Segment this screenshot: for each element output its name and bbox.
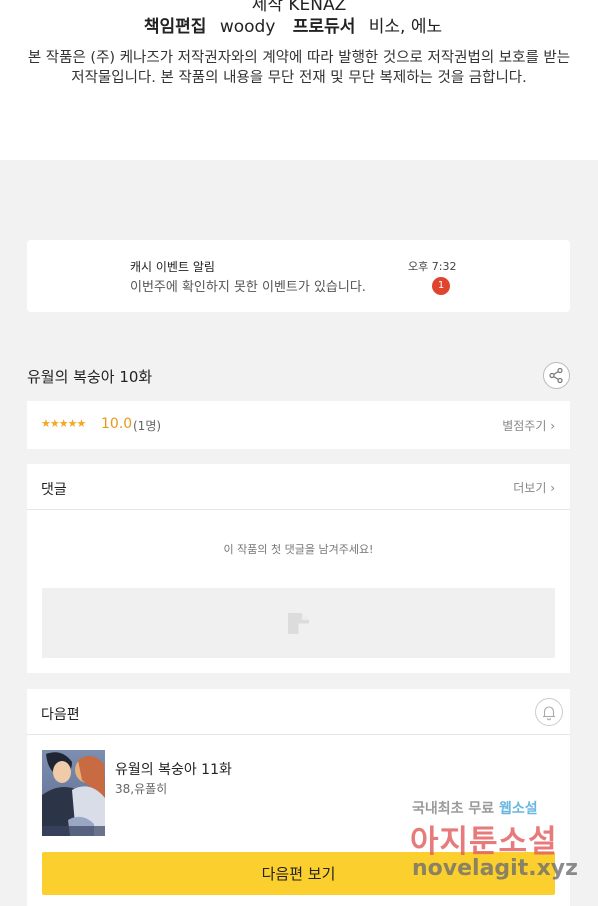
share-icon [549,367,563,384]
notification-body: 이번주에 확인하지 못한 이벤트가 있습니다. [130,280,366,295]
next-episode-likes: 38,유폴히 [115,782,168,796]
episode-title: 유월의 복숭아 10화 [27,368,153,386]
next-episode-button[interactable]: 다음편 보기 [42,852,555,895]
rating-card: ★★★★★ 10.0 (1명) 별점주기 › [27,401,570,449]
comments-card: 댓글 더보기 › 이 작품의 첫 댓글을 남겨주세요! [27,464,570,673]
next-episode-thumbnail[interactable] [42,750,105,836]
comment-input[interactable] [42,588,555,658]
credit-editor-label: 책임편집 [143,17,207,37]
divider [27,734,570,735]
comments-header: 댓글 [41,482,67,498]
rate-button[interactable]: 별점주기 › [502,417,555,434]
next-episode-card: 다음편 유월의 복숭아 11화 38,유폴히 다음편 보기 [27,689,570,906]
copyright-notice: 본 작품은 (주) 케나즈가 저작권자와의 계약에 따라 발행한 것으로 저작권… [27,50,571,86]
credit-editor-value: woody [219,17,276,37]
chevron-right-icon: › [546,481,555,495]
comments-empty-message: 이 작품의 첫 댓글을 남겨주세요! [223,543,374,556]
rating-count: (1명) [133,419,162,433]
push-notification[interactable]: 캐시 이벤트 알림 이번주에 확인하지 못한 이벤트가 있습니다. 오후 7:3… [27,240,570,312]
notification-title: 캐시 이벤트 알림 [130,260,215,274]
comments-more-button[interactable]: 더보기 › [513,479,555,496]
bell-icon [543,706,555,721]
rate-button-label: 별점주기 [502,419,547,433]
image-placeholder-icon [288,613,309,634]
cover-illustration [42,750,105,836]
divider [27,509,570,510]
credit-row: 책임편집 woody 프로듀서 비소, 에노 [0,12,598,37]
rating-score: 10.0 [101,416,133,432]
copyright-section: 제작 KENAZ 책임편집 woody 프로듀서 비소, 에노 본 작품은 (주… [0,0,598,160]
share-button[interactable] [543,362,570,389]
next-episode-title: 유월의 복숭아 11화 [115,762,232,778]
credit-producer-value: 비소, 에노 [368,17,443,37]
notify-button[interactable] [535,698,563,726]
next-episode-header: 다음편 [41,707,80,723]
comments-more-label: 더보기 [513,481,547,495]
chevron-right-icon: › [546,419,555,433]
rating-stars: ★★★★★ [41,417,86,430]
credit-producer-label: 프로듀서 [292,17,356,37]
notification-badge: 1 [432,277,450,295]
notification-time: 오후 7:32 [408,260,457,273]
